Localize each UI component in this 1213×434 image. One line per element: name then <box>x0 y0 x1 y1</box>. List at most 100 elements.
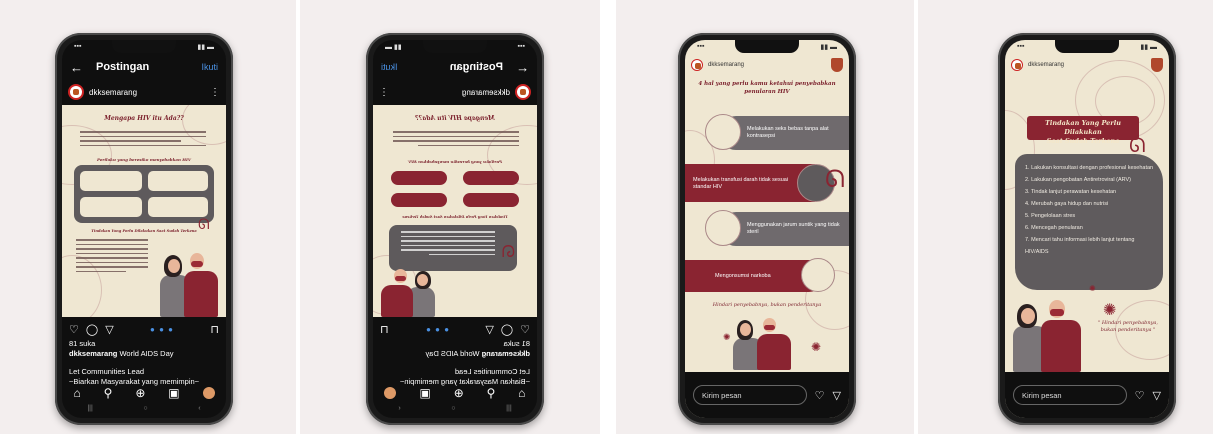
system-nav-bar: ||| ○ ‹ <box>62 405 226 415</box>
caption-text: World AIDS Day <box>425 349 480 358</box>
avatar[interactable] <box>515 84 531 100</box>
avatar[interactable] <box>1011 59 1023 71</box>
message-input[interactable]: Kirim pesan <box>1013 385 1127 405</box>
add-post-icon[interactable]: ⊕ <box>454 386 464 400</box>
profile-avatar-icon[interactable] <box>384 387 397 399</box>
like-count[interactable]: 81 suka <box>379 339 530 349</box>
risk-pill <box>391 193 447 207</box>
post-caption: 81 suka dkksemarang World AIDS Day Let C… <box>69 339 220 387</box>
virus-icon: ✺ <box>1089 284 1096 293</box>
recent-apps-icon[interactable]: ||| <box>87 405 92 415</box>
post-author-row: dkksemarang ⋮ <box>62 82 226 102</box>
username[interactable]: dkksemarang <box>89 88 210 97</box>
search-icon[interactable]: ⚲ <box>487 386 496 400</box>
system-back-icon[interactable]: ‹ <box>398 405 400 415</box>
recent-apps-icon[interactable]: ||| <box>506 405 511 415</box>
risk-pill <box>463 171 519 185</box>
post-image[interactable]: Mengapa HIV itu Ada?? Perilaku yang bere… <box>373 105 537 317</box>
search-icon[interactable]: ⚲ <box>104 386 113 400</box>
phone-screen: ▪▪▪ ▮▮ ▬ ← Postingan Ikuti dkksemarang ⋮ … <box>373 40 537 418</box>
username[interactable]: dkksemarang <box>1028 62 1151 68</box>
ribbon-icon: ᘏ <box>825 166 845 193</box>
username[interactable]: dkksemarang <box>708 62 831 68</box>
post-image[interactable]: Mengapa HIV itu Ada?? Perilaku yang bere… <box>62 105 226 317</box>
share-send-icon[interactable]: ▽ <box>485 323 493 336</box>
panel-instagram-post-mirrored: ▪▪▪ ▮▮ ▬ ← Postingan Ikuti dkksemarang ⋮ … <box>300 0 600 434</box>
action-list: 1. Lakukan konsultasi dengan profesional… <box>1025 162 1155 258</box>
story-header: dkksemarang <box>1011 58 1163 72</box>
like-heart-icon[interactable]: ♡ <box>69 323 79 336</box>
caption-username[interactable]: dkksemarang <box>482 349 530 358</box>
caption-username[interactable]: dkksemarang <box>69 349 117 358</box>
poster-section-title: Tindakan Yang Perlu Dilakukan Saat Sudah… <box>91 229 197 233</box>
action-item: 3. Tindak lanjut perawatan kesehatan <box>1025 189 1117 195</box>
add-post-icon[interactable]: ⊕ <box>135 386 145 400</box>
risk-card <box>148 171 208 191</box>
follow-button[interactable]: Ikuti <box>201 62 218 72</box>
home-icon[interactable]: ⌂ <box>73 386 80 400</box>
carousel-indicator: ● ● ● <box>425 324 449 334</box>
caption-text: World AIDS Day <box>119 349 174 358</box>
action-item: 6. Mencegah penularan <box>1025 225 1083 231</box>
couple-illustration <box>731 312 797 370</box>
person-head <box>740 323 751 336</box>
government-logo-icon <box>1151 58 1163 72</box>
caption-line: Let Communities Lead <box>69 367 145 376</box>
virus-icon: ✺ <box>1103 302 1117 319</box>
more-options-icon[interactable]: ⋮ <box>210 87 220 98</box>
reels-icon[interactable]: ▣ <box>419 386 430 400</box>
person-head <box>417 274 428 286</box>
reels-icon[interactable]: ▣ <box>168 386 179 400</box>
comment-icon[interactable]: ◯ <box>501 323 513 336</box>
like-count[interactable]: 81 suka <box>69 339 220 349</box>
share-send-icon[interactable]: ▽ <box>1153 389 1161 402</box>
virus-icon: ✺ <box>723 332 731 342</box>
page-title: Postingan <box>96 61 150 73</box>
back-arrow-icon[interactable]: ← <box>513 60 529 75</box>
follow-button[interactable]: Ikuti <box>381 62 398 72</box>
system-back-icon[interactable]: ‹ <box>198 405 200 415</box>
like-heart-icon[interactable]: ♡ <box>1135 389 1145 402</box>
avatar[interactable] <box>691 59 703 71</box>
person-body <box>757 334 791 370</box>
caption-line: Let Communities Lead <box>454 367 530 376</box>
back-arrow-icon[interactable]: ← <box>70 60 86 75</box>
story-reply-bar: Kirim pesan ♡ ▽ <box>1005 372 1169 418</box>
poster-subtitle: Perilaku yang beresiko menyebabkan HIV <box>96 157 192 162</box>
profile-avatar-icon[interactable] <box>202 387 215 399</box>
cause-text-3: Menggunakan jarum suntik yang tidak ster… <box>747 222 840 235</box>
phone-frame: ▪▪▪ ▮▮ ▬ ← Postingan Ikuti dkksemarang ⋮ … <box>55 33 233 425</box>
username[interactable]: dkksemarang <box>389 88 510 97</box>
more-options-icon[interactable]: ⋮ <box>379 87 389 98</box>
comment-icon[interactable]: ◯ <box>86 323 98 336</box>
infographic-poster: Mengapa HIV itu Ada?? Perilaku yang bere… <box>62 105 226 317</box>
avatar[interactable] <box>68 84 84 100</box>
story-header: dkksemarang <box>691 58 843 72</box>
face-mask <box>764 325 775 330</box>
save-bookmark-icon[interactable]: ⊓ <box>210 323 219 336</box>
message-input[interactable]: Kirim pesan <box>693 385 807 405</box>
system-home-icon[interactable]: ○ <box>143 405 147 415</box>
like-heart-icon[interactable]: ♡ <box>520 323 530 336</box>
virus-icon: ✺ <box>811 340 822 354</box>
system-home-icon[interactable]: ○ <box>451 405 455 415</box>
phone-notch <box>735 40 799 53</box>
poster-title: Mengapa HIV itu Ada?? <box>415 115 495 122</box>
home-icon[interactable]: ⌂ <box>518 386 525 400</box>
like-heart-icon[interactable]: ♡ <box>815 389 825 402</box>
system-nav-bar: ||| ○ ‹ <box>373 405 537 415</box>
government-logo-icon <box>831 58 843 72</box>
person-head <box>1021 308 1035 324</box>
cause-illustration-icon <box>705 114 741 150</box>
couple-illustration <box>158 245 224 317</box>
face-mask <box>1050 309 1064 316</box>
save-bookmark-icon[interactable]: ⊓ <box>380 323 389 336</box>
share-send-icon[interactable]: ▽ <box>833 389 841 402</box>
risk-card <box>80 197 142 217</box>
action-item: 1. Lakukan konsultasi dengan profesional… <box>1025 165 1154 171</box>
cause-text-2: Melakukan transfusi darah tidak sesuai s… <box>693 177 789 190</box>
face-mask <box>191 261 203 267</box>
person-head <box>168 259 180 273</box>
share-send-icon[interactable]: ▽ <box>105 323 113 336</box>
post-header: ← Postingan Ikuti <box>62 56 226 78</box>
